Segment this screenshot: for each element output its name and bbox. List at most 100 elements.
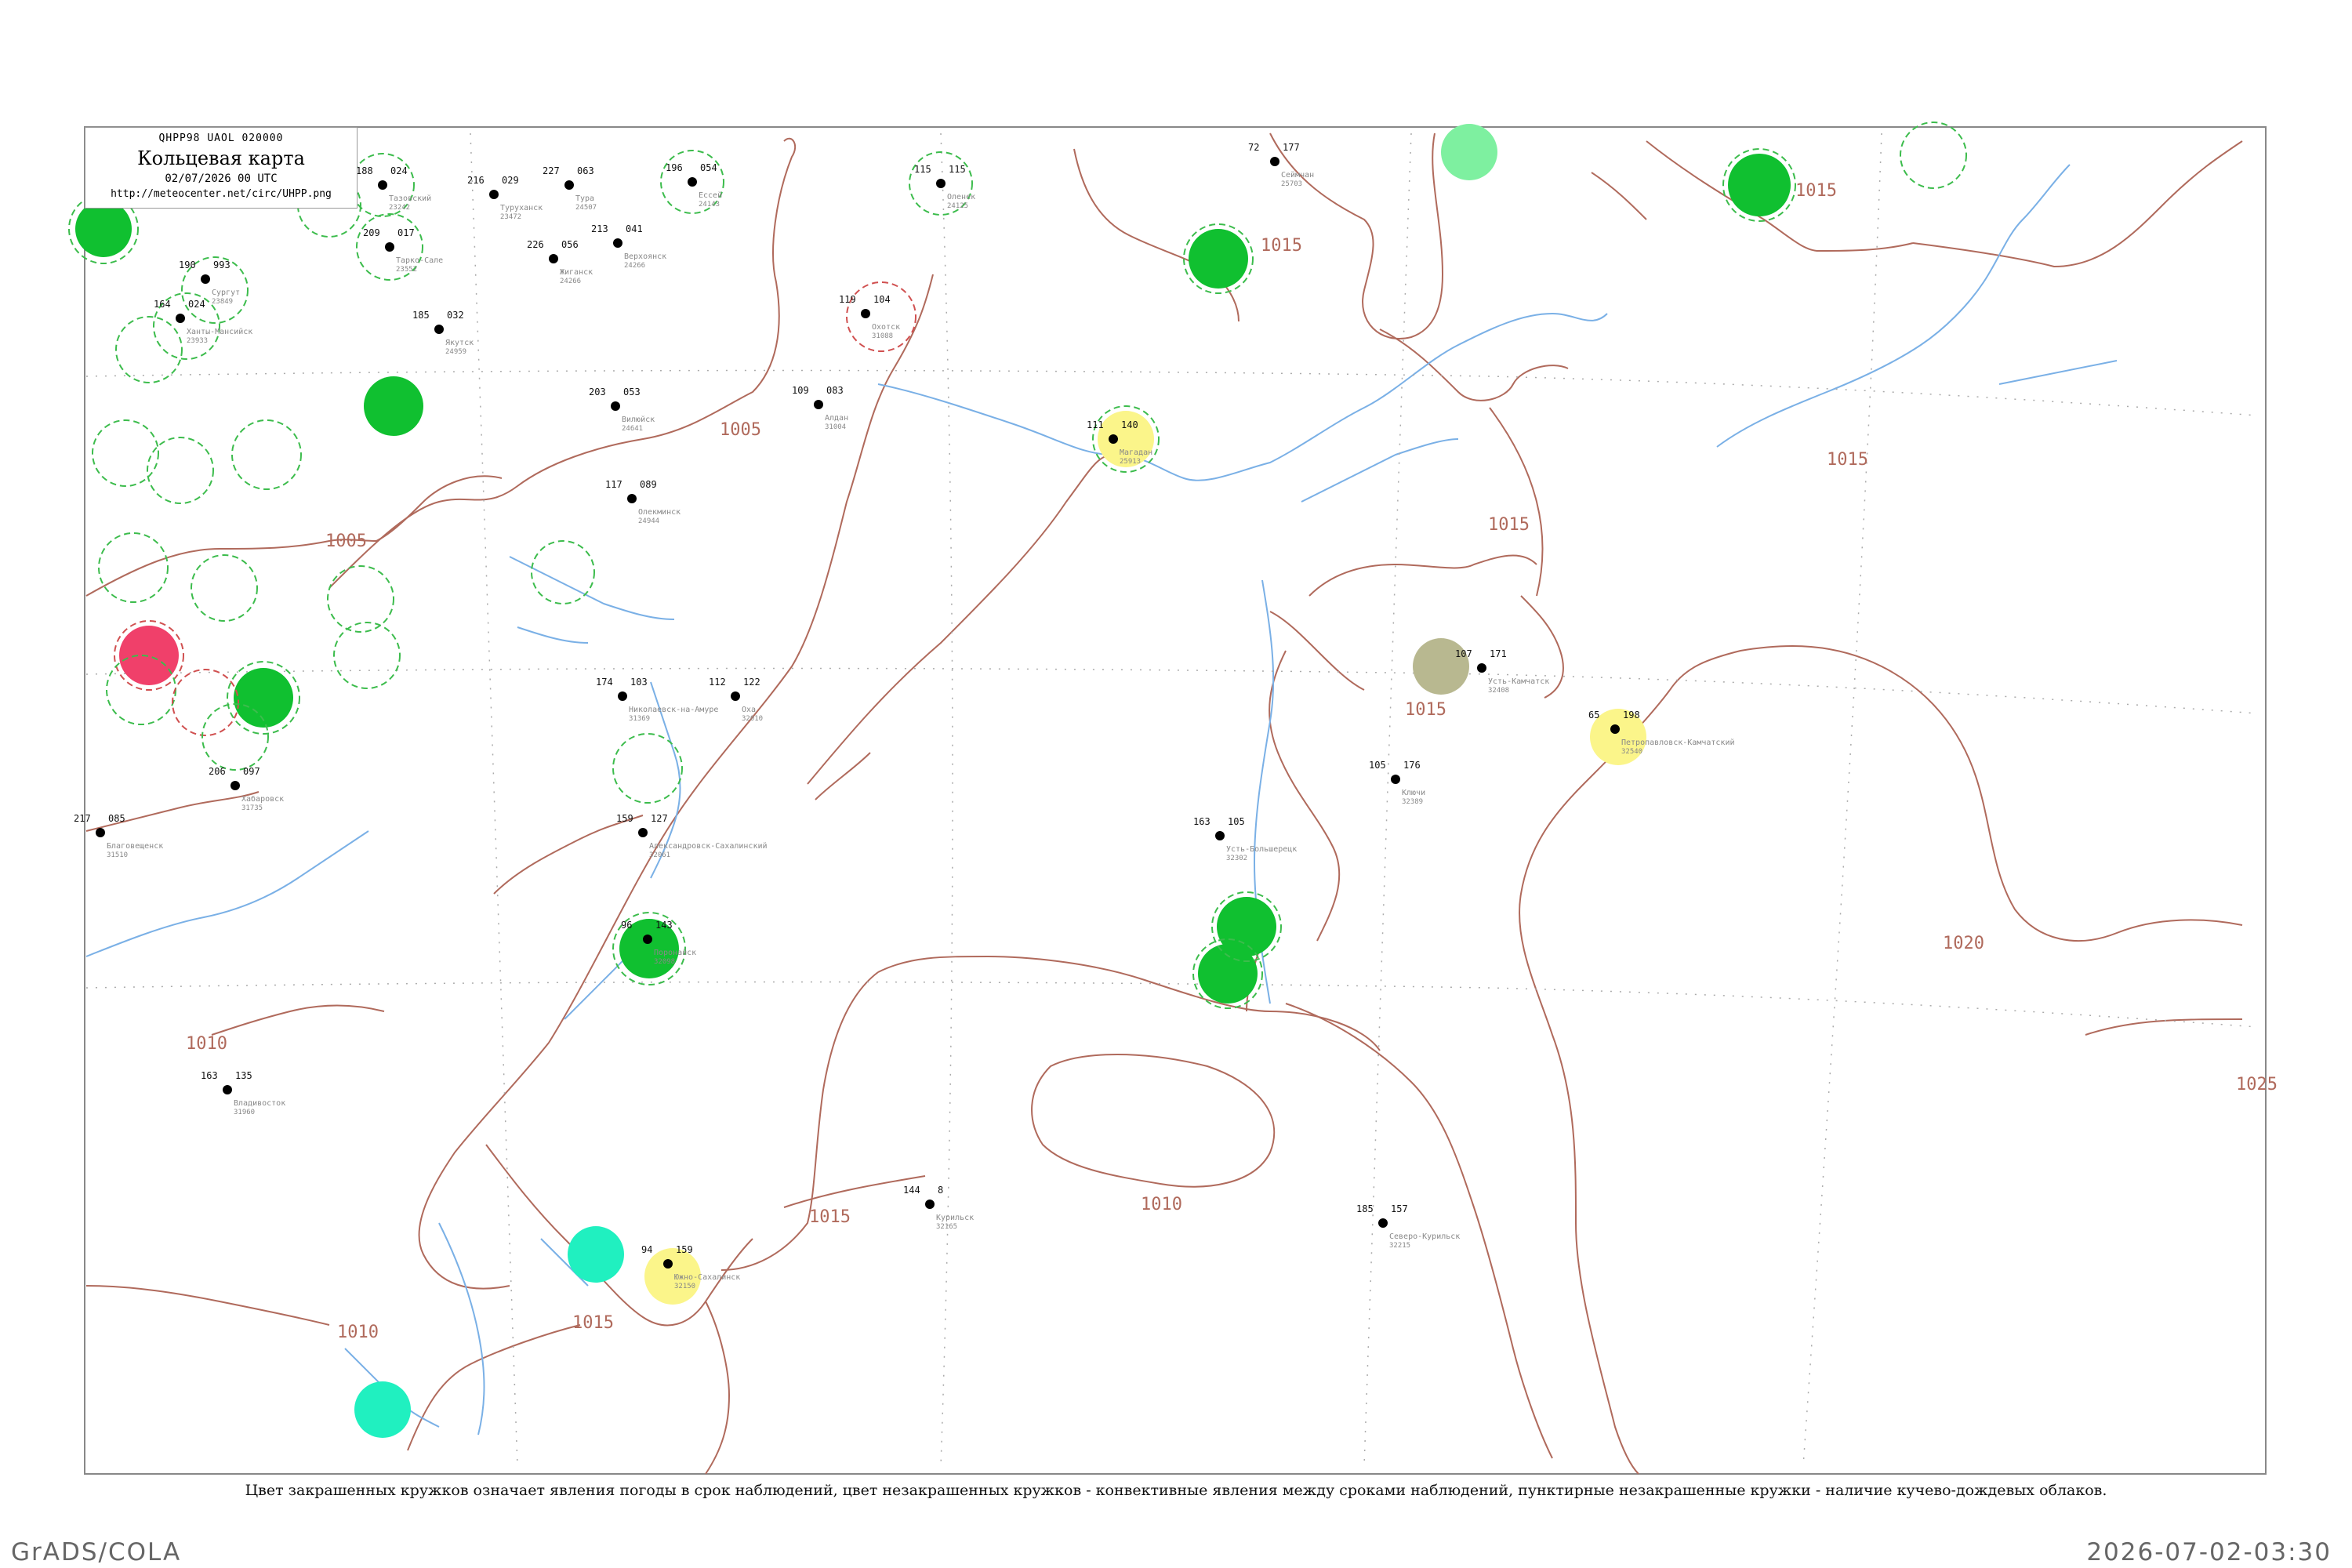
station-name: Якутск [445, 339, 474, 347]
station-name: Алдан [825, 414, 848, 423]
station: 115 115 Оленек24125 [914, 164, 975, 210]
station-name: Ханты-Мансийск [187, 327, 252, 336]
station-dot [688, 177, 697, 187]
station-dot [613, 238, 622, 248]
station-id: 31088 [872, 332, 893, 340]
station-dot [385, 242, 394, 252]
station-id: 23849 [212, 298, 233, 306]
station: 185 157 Северо-Курильск32215 [1356, 1203, 1460, 1250]
station-id: 24959 [445, 348, 466, 356]
station-name: Оха [742, 706, 756, 714]
station: 72 177 Сеймчан25703 [1248, 142, 1314, 188]
stations: 188 024 Тазовский23242 209 017 Тарко-Сале2355… [74, 142, 1735, 1290]
station-temp: 185 [412, 310, 430, 321]
station-name: Северо-Курильск [1389, 1232, 1460, 1241]
station-dot [1215, 831, 1225, 840]
map-header: QHPP98 UAOL 020000 Кольцевая карта 02/07… [85, 127, 358, 209]
station-pressure: 041 [626, 223, 643, 234]
isobar-label: 1015 [1488, 515, 1530, 535]
coastlines-isobars [85, 132, 2243, 1475]
graticule [85, 132, 2259, 1467]
station-temp: 196 [666, 162, 683, 173]
isobar-label: 1015 [572, 1313, 614, 1333]
legend-caption: Цвет закрашенных кружков означает явлени… [245, 1482, 2107, 1499]
station-temp: 119 [839, 294, 856, 305]
station-name: Вилюйск [622, 415, 655, 424]
station-id: 32150 [674, 1283, 695, 1290]
bulletin-code: QHPP98 UAOL 020000 [158, 132, 284, 144]
station-pressure: 054 [700, 162, 717, 173]
station-id: 32389 [1402, 798, 1423, 806]
station-name: Туруханск [500, 204, 543, 212]
source-url[interactable]: http://meteocenter.net/circ/UHPP.png [85, 188, 357, 200]
station-dot [1378, 1218, 1388, 1228]
station-temp: 188 [356, 165, 373, 176]
station-dot [643, 935, 652, 944]
station-dot [230, 781, 240, 790]
station-dot [96, 828, 105, 837]
isobar-label: 1015 [1261, 236, 1302, 256]
station-temp: 209 [363, 227, 380, 238]
station: 216 029 Туруханск23472 [467, 175, 543, 221]
station-dot [223, 1085, 232, 1094]
isobar-label: 1015 [1827, 450, 1868, 470]
station-name: Ключи [1402, 789, 1425, 797]
station-temp: 159 [616, 813, 633, 824]
station-pressure: 104 [873, 294, 891, 305]
station: 185 032 Якутск24959 [412, 310, 474, 356]
station-temp: 164 [154, 299, 171, 310]
station-id: 25913 [1120, 458, 1141, 466]
station-pressure: 171 [1490, 648, 1507, 659]
station-name: Верхоянск [624, 252, 666, 261]
station: 209 017 Тарко-Сале23552 [363, 227, 443, 274]
station-id: 24125 [947, 202, 968, 210]
station-id: 24266 [624, 262, 645, 270]
isobar-label: 1020 [1943, 934, 1984, 953]
isobar-labels: 1005 1005 1010 1010 1010 1015 1015 1015 1015 1015… [186, 181, 2278, 1342]
station-pressure: 017 [397, 227, 415, 238]
station-name: Поронайск [654, 948, 696, 957]
station-id: 31960 [234, 1109, 255, 1116]
station: 196 054 Ессей24143 [666, 162, 722, 209]
station-temp: 72 [1248, 142, 1259, 153]
station-id: 31369 [629, 715, 650, 723]
station-id: 32061 [649, 851, 670, 859]
station-pressure: 024 [188, 299, 205, 310]
station-temp: 94 [641, 1244, 652, 1255]
station: 163 105 Усть-Большерецк32302 [1193, 816, 1297, 862]
station-temp: 105 [1369, 760, 1386, 771]
isobar-label: 1010 [186, 1034, 227, 1054]
weather-circles [75, 124, 1791, 1438]
station-id: 31735 [241, 804, 263, 812]
station: 105 176 Ключи32389 [1369, 760, 1425, 806]
station-dot [549, 254, 558, 263]
station-temp: 174 [596, 677, 613, 688]
map-date: 02/07/2026 00 UTC [165, 172, 278, 185]
station-dot [1109, 434, 1118, 444]
station-name: Благовещенск [107, 842, 163, 851]
station-dot [434, 325, 444, 334]
station-dot [814, 400, 823, 409]
station-pressure: 140 [1121, 419, 1138, 430]
station-id: 24266 [560, 278, 581, 285]
station-id: 31510 [107, 851, 128, 859]
station-temp: 96 [621, 920, 632, 931]
station-name: Ессей [699, 191, 722, 200]
station-temp: 226 [527, 239, 544, 250]
station-id: 24143 [699, 201, 720, 209]
station-pressure: 063 [577, 165, 594, 176]
station-temp: 213 [591, 223, 608, 234]
station: 159 127 Александровск-Сахалинский32061 [616, 813, 768, 859]
station: 163 135 Владивосток31960 [201, 1070, 285, 1116]
station-circle-green [1189, 229, 1248, 289]
station-dot [1477, 663, 1486, 673]
station-pressure: 115 [949, 164, 966, 175]
isobar-label: 1025 [2236, 1075, 2278, 1094]
station-temp: 206 [209, 766, 226, 777]
station-name: Александровск-Сахалинский [649, 841, 768, 851]
station-name: Сеймчан [1281, 170, 1314, 180]
station-temp: 65 [1588, 710, 1599, 720]
station-name: Усть-Большерецк [1226, 845, 1297, 854]
station-temp: 112 [709, 677, 726, 688]
station-id: 31004 [825, 423, 846, 431]
